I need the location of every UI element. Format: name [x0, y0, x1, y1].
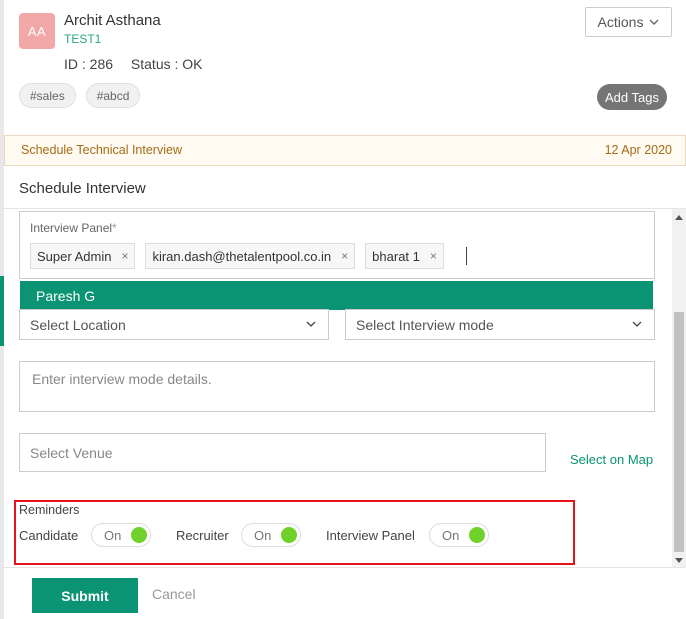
left-edge-accent: [0, 276, 4, 346]
modal-title: Schedule Interview: [19, 180, 146, 197]
candidate-subtitle: TEST1: [64, 32, 102, 46]
panel-member-chip: kiran.dash@thetalentpool.co.in ×: [145, 243, 356, 269]
reminder-toggle-recruiter[interactable]: On: [241, 523, 301, 547]
text-cursor: [465, 247, 467, 265]
chevron-down-icon: [306, 321, 316, 327]
interview-panel-field[interactable]: Interview Panel* Super Admin × kiran.das…: [19, 211, 655, 279]
toggle-state: On: [254, 528, 272, 543]
actions-label: Actions: [597, 14, 644, 30]
reminder-toggle-interview-panel[interactable]: On: [429, 523, 489, 547]
interview-mode-select-value: Select Interview mode: [356, 316, 494, 333]
reminder-label-recruiter: Recruiter: [176, 528, 229, 543]
interview-panel-label-text: Interview Panel: [30, 221, 113, 235]
candidate-header: AA Archit Asthana TEST1 ID : 286 Status …: [4, 0, 686, 134]
scroll-down-arrow-icon[interactable]: [675, 558, 683, 563]
required-mark: *: [112, 221, 117, 235]
close-icon[interactable]: ×: [341, 249, 348, 263]
divider: [4, 208, 686, 209]
scroll-up-arrow-icon[interactable]: [675, 215, 683, 220]
venue-select[interactable]: Select Venue: [19, 433, 546, 472]
avatar: AA: [19, 13, 55, 49]
candidate-id: ID : 286: [64, 56, 114, 72]
panel-suggestion-option[interactable]: Paresh G: [20, 281, 653, 310]
panel-member-chip: Super Admin ×: [30, 243, 136, 269]
chip-label: Super Admin: [37, 248, 112, 264]
tag-list: #sales #abcd: [19, 83, 141, 108]
location-select-value: Select Location: [30, 316, 126, 333]
mode-details-textarea[interactable]: Enter interview mode details.: [19, 361, 655, 412]
candidate-status: Status : OK: [130, 56, 203, 72]
chip-label: kiran.dash@thetalentpool.co.in: [152, 248, 332, 264]
footer-divider: [4, 567, 686, 568]
toggle-knob: [131, 527, 147, 543]
location-select[interactable]: Select Location: [19, 309, 329, 340]
panel-member-chip: bharat 1 ×: [365, 243, 444, 269]
reminder-label-interview-panel: Interview Panel: [326, 528, 415, 543]
close-icon[interactable]: ×: [121, 249, 128, 263]
candidate-name: Archit Asthana: [64, 12, 161, 29]
actions-button[interactable]: Actions: [585, 7, 672, 37]
stage-title: Schedule Technical Interview: [21, 143, 182, 157]
chevron-down-icon: [632, 321, 642, 327]
stage-date: 12 Apr 2020: [604, 143, 672, 157]
cancel-button[interactable]: Cancel: [152, 586, 196, 602]
toggle-state: On: [104, 528, 122, 543]
interview-mode-select[interactable]: Select Interview mode: [345, 309, 655, 340]
submit-button[interactable]: Submit: [32, 578, 138, 613]
toggle-knob: [281, 527, 297, 543]
toggle-knob: [469, 527, 485, 543]
select-on-map-link[interactable]: Select on Map: [570, 452, 653, 467]
tag-chip[interactable]: #sales: [19, 83, 76, 108]
add-tags-button[interactable]: Add Tags: [597, 84, 667, 110]
toggle-state: On: [442, 528, 460, 543]
scrollbar-thumb[interactable]: [674, 312, 684, 552]
chip-label: bharat 1: [372, 248, 420, 264]
reminder-toggle-candidate[interactable]: On: [91, 523, 151, 547]
panel-chip-list: Super Admin × kiran.dash@thetalentpool.c…: [30, 243, 467, 269]
interview-panel-label: Interview Panel*: [30, 221, 117, 235]
tag-chip[interactable]: #abcd: [85, 83, 141, 108]
stage-bar: Schedule Technical Interview 12 Apr 2020: [4, 135, 686, 166]
candidate-meta: ID : 286 Status : OK: [64, 56, 203, 72]
reminder-label-candidate: Candidate: [19, 528, 79, 543]
reminders-title: Reminders: [19, 503, 80, 517]
chevron-down-icon: [649, 19, 659, 25]
close-icon[interactable]: ×: [430, 249, 437, 263]
